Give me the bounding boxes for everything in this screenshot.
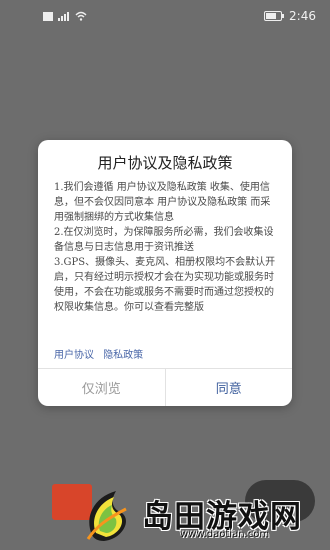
browse-only-button[interactable]: 仅浏览 xyxy=(38,369,165,406)
privacy-policy-link[interactable]: 隐私政策 xyxy=(103,350,143,361)
sim-signal-icon xyxy=(43,12,53,21)
user-agreement-link[interactable]: 用户协议 xyxy=(54,350,94,361)
dialog-buttons: 仅浏览 同意 xyxy=(38,369,292,406)
watermark-url: www.daotian.com xyxy=(180,529,270,540)
dialog-body-text: 1.我们会遵循 用户协议及隐私政策 收集、使用信息，但不会仅因同意本 用户协议及… xyxy=(54,182,276,313)
dialog-title: 用户协议及隐私政策 xyxy=(97,154,233,172)
policy-links: 用户协议 隐私政策 xyxy=(54,346,149,361)
privacy-dialog: 用户协议及隐私政策 1.我们会遵循 用户协议及隐私政策 收集、使用信息，但不会仅… xyxy=(38,140,292,406)
battery-icon xyxy=(264,11,284,21)
status-bar: 2:46 xyxy=(0,0,330,30)
agree-button[interactable]: 同意 xyxy=(166,369,293,406)
status-time: 2:46 xyxy=(289,9,316,23)
wifi-icon xyxy=(75,11,87,21)
cellular-signal-icon xyxy=(58,12,69,21)
watermark: 岛田游戏网 www.daotian.com xyxy=(82,487,312,545)
signal-icons xyxy=(43,9,87,21)
watermark-logo-icon xyxy=(86,491,127,541)
